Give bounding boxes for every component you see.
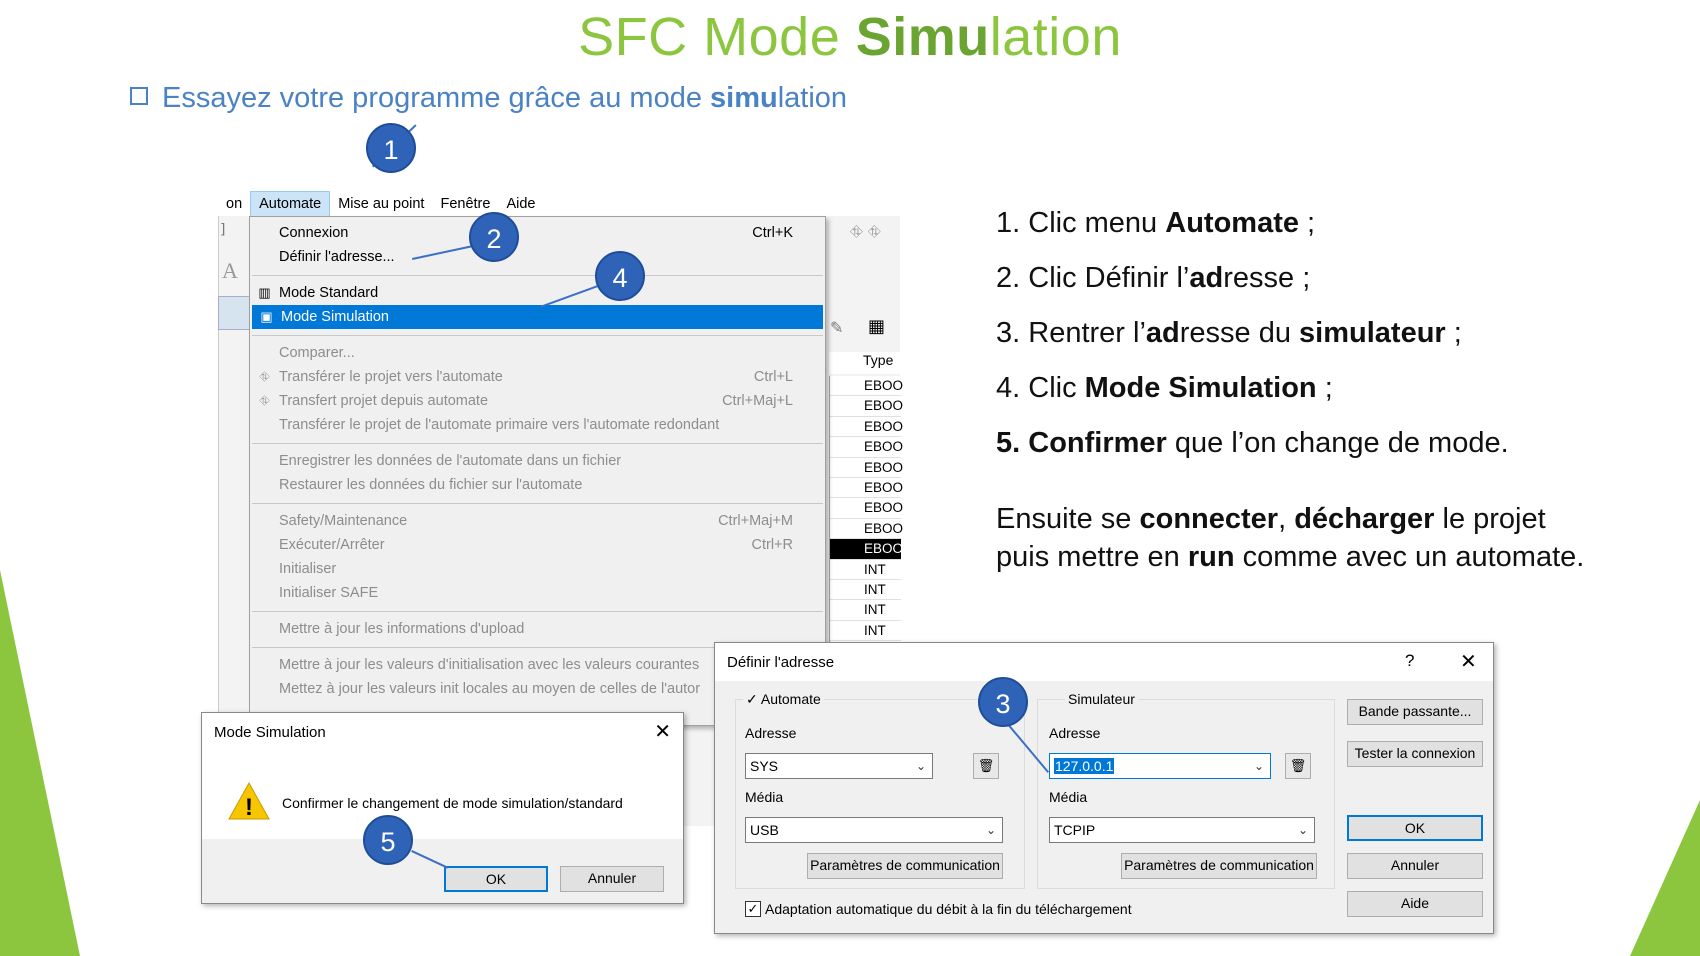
after-text: Ensuite se connecter, décharger le proje… xyxy=(996,503,1585,573)
callout-4: 4 xyxy=(595,251,645,301)
menu-on[interactable]: on xyxy=(218,192,250,216)
media-label: Média xyxy=(745,789,784,805)
confirm-dialog: Mode Simulation ✕ ! Confirmer le changem… xyxy=(201,712,684,904)
type-cell: EBOO xyxy=(830,498,903,519)
confirm-message: Confirmer le changement de mode simulati… xyxy=(282,795,623,811)
sim-adresse-input[interactable]: 127.0.0.1 ⌄ xyxy=(1049,753,1271,779)
media-select[interactable]: USB ⌄ xyxy=(745,817,1003,843)
trash-icon[interactable]: 🗑 xyxy=(973,753,999,779)
address-help-button[interactable]: Aide xyxy=(1347,891,1483,917)
type-cell: EBOO xyxy=(830,417,903,438)
menu-item-transferer[interactable]: ⛗ Transférer le projet vers l'automate Ctr… xyxy=(250,365,825,389)
confirm-cancel-button[interactable]: Annuler xyxy=(560,866,664,892)
type-cell: INT xyxy=(830,580,901,601)
type-column-header: Type xyxy=(829,352,901,374)
menu-item-comparer[interactable]: Comparer... xyxy=(250,341,825,365)
sim-adresse-label: Adresse xyxy=(1049,725,1101,741)
params-comm-button[interactable]: Paramètres de communication xyxy=(807,853,1003,879)
step-5: 5. Confirmer que l’on change de mode. xyxy=(996,427,1509,459)
address-cancel-button[interactable]: Annuler xyxy=(1347,853,1483,879)
plc-icon: ▥ xyxy=(258,285,271,300)
toolbar-fragment-icon: ] xyxy=(220,222,226,238)
callout-3: 3 xyxy=(978,677,1028,727)
trash-icon[interactable]: 🗑 xyxy=(1285,753,1311,779)
steps-list: 1. Clic menu Automate ; 2. Clic Définir … xyxy=(996,196,1509,471)
type-cell: INT xyxy=(830,560,901,580)
adresse-select[interactable]: SYS ⌄ xyxy=(745,753,933,779)
simulateur-radio[interactable]: Simulateur xyxy=(1065,691,1138,707)
automate-radio[interactable]: ✓ Automate xyxy=(743,691,824,708)
menu-mise-au-point[interactable]: Mise au point xyxy=(330,192,432,216)
menu-item-mode-simulation[interactable]: ▣ Mode Simulation xyxy=(252,305,823,329)
grid-icon[interactable]: ▦ xyxy=(868,316,885,337)
menu-item-maj-upload[interactable]: Mettre à jour les informations d'upload xyxy=(250,617,825,641)
step-3: 3. Rentrer l’adresse du simulateur ; xyxy=(996,317,1462,349)
type-cell: EBOO xyxy=(830,396,903,417)
slide-subtitle: Essayez votre programme grâce au mode si… xyxy=(130,82,847,115)
address-dialog: Définir l'adresse ? ✕ ✓ Automate Adresse… xyxy=(714,642,1494,934)
menu-item-safety[interactable]: Safety/Maintenance Ctrl+Maj+M xyxy=(250,509,825,533)
type-cell: EBOO xyxy=(830,376,903,397)
adaptation-label: Adaptation automatique du débit à la fin… xyxy=(765,901,1132,917)
callout-1: 1 xyxy=(366,123,416,173)
simulation-icon: ▣ xyxy=(260,309,273,324)
confirm-dialog-title: Mode Simulation xyxy=(214,724,326,741)
menu-item-transfert-depuis[interactable]: ⛗ Transfert projet depuis automate Ctrl+Ma… xyxy=(250,389,825,413)
adresse-label: Adresse xyxy=(745,725,797,741)
app-panel-fragment xyxy=(218,296,250,330)
type-cell: EBOO xyxy=(830,519,903,540)
callout-2: 2 xyxy=(469,212,519,262)
menu-item-initialiser[interactable]: Initialiser xyxy=(250,557,825,581)
warning-icon: ! xyxy=(228,781,270,821)
decor-triangle-left xyxy=(0,570,80,956)
menu-automate[interactable]: Automate xyxy=(250,191,331,217)
menu-item-connexion[interactable]: Connexion Ctrl+K xyxy=(250,221,825,245)
menu-item-transferer-redondant[interactable]: Transférer le projet de l'automate prima… xyxy=(250,413,825,437)
transfer-icon: ⛗ xyxy=(259,369,270,384)
type-cell: INT xyxy=(830,600,901,621)
close-icon[interactable]: ✕ xyxy=(1460,649,1477,674)
type-cell: EBOO xyxy=(830,478,903,499)
menu-item-initialiser-safe[interactable]: Initialiser SAFE xyxy=(250,581,825,605)
sim-media-select[interactable]: TCPIP ⌄ xyxy=(1049,817,1315,843)
chevron-down-icon: ⌄ xyxy=(1253,759,1264,773)
menu-item-executer[interactable]: Exécuter/Arrêter Ctrl+R xyxy=(250,533,825,557)
menu-item-definir-adresse[interactable]: Définir l'adresse... xyxy=(250,245,825,269)
chevron-down-icon: ⌄ xyxy=(985,823,996,837)
bande-passante-button[interactable]: Bande passante... xyxy=(1347,699,1483,725)
checkbox-bullet-icon xyxy=(130,87,148,105)
menubar: on Automate Mise au point Fenêtre Aide xyxy=(218,191,738,217)
slide-title: SFC Mode Simulation xyxy=(578,7,1122,67)
type-cell: EBOO xyxy=(830,458,903,478)
menu-item-enregistrer[interactable]: Enregistrer les données de l'automate da… xyxy=(250,449,825,473)
chevron-down-icon: ⌄ xyxy=(915,759,926,773)
confirm-ok-button[interactable]: OK xyxy=(444,866,548,892)
network-icon[interactable]: ⛗ ⛗ xyxy=(850,222,881,242)
menu-item-restaurer[interactable]: Restaurer les données du fichier sur l'a… xyxy=(250,473,825,497)
decor-triangle-right xyxy=(1630,800,1700,956)
callout-5: 5 xyxy=(363,815,413,865)
step-1: 1. Clic menu Automate ; xyxy=(996,207,1316,239)
help-icon[interactable]: ? xyxy=(1405,651,1414,671)
step-4: 4. Clic Mode Simulation ; xyxy=(996,372,1333,404)
type-cell: EBOO xyxy=(830,437,903,458)
svg-text:!: ! xyxy=(245,794,253,821)
menu-aide[interactable]: Aide xyxy=(498,192,543,216)
transfer-back-icon: ⛗ xyxy=(259,393,270,408)
edit-icon[interactable]: ✎ xyxy=(830,318,843,337)
type-cell: INT xyxy=(830,621,901,642)
address-dialog-title: Définir l'adresse xyxy=(727,654,835,671)
font-a-icon: A xyxy=(222,258,238,283)
chevron-down-icon: ⌄ xyxy=(1297,823,1308,837)
step-2: 2. Clic Définir l’adresse ; xyxy=(996,262,1311,294)
sim-params-comm-button[interactable]: Paramètres de communication xyxy=(1121,853,1317,879)
type-column: EBOO EBOO EBOO EBOO EBOO EBOO EBOO EBOO EBOO INT I… xyxy=(829,376,903,664)
address-ok-button[interactable]: OK xyxy=(1347,815,1483,841)
close-icon[interactable]: ✕ xyxy=(654,719,671,744)
sim-media-label: Média xyxy=(1049,789,1088,805)
adaptation-checkbox[interactable]: ✓ xyxy=(745,901,761,917)
menu-item-mode-standard[interactable]: ▥ Mode Standard xyxy=(250,281,825,305)
type-cell: EBOO xyxy=(830,539,903,560)
tester-connexion-button[interactable]: Tester la connexion xyxy=(1347,741,1483,767)
